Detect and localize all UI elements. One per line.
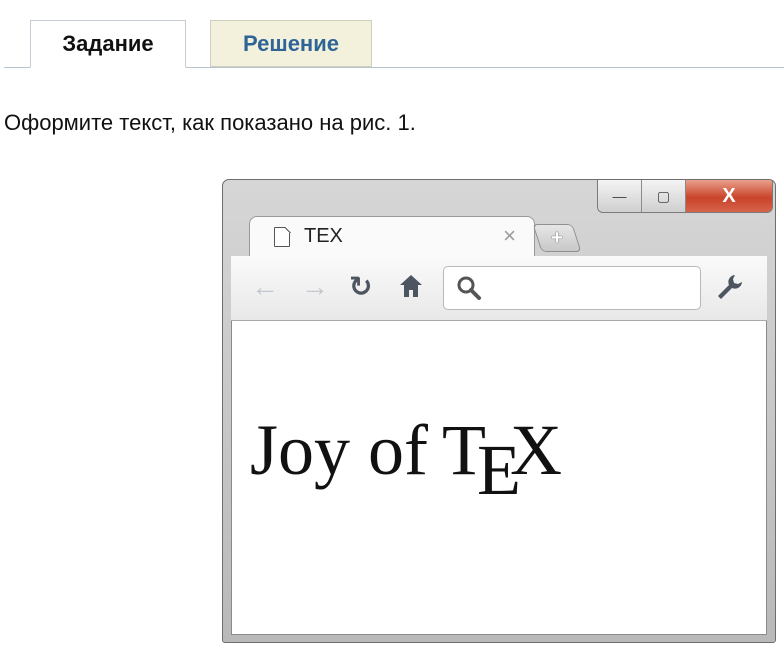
home-icon[interactable]: [397, 272, 425, 306]
address-bar[interactable]: [443, 266, 701, 310]
tab-task-label: Задание: [62, 31, 154, 56]
tab-task[interactable]: Задание: [30, 20, 186, 68]
arrow-left-icon[interactable]: ←: [251, 272, 279, 302]
wrench-icon[interactable]: [715, 272, 745, 307]
new-tab-button[interactable]: +: [532, 224, 582, 252]
browser-tab-title: TEX: [304, 225, 343, 247]
tab-solution-label: Решение: [243, 30, 339, 56]
document-icon: [274, 227, 290, 247]
browser-page-content: Joy of TEX: [231, 321, 767, 635]
tab-close-icon[interactable]: ×: [503, 223, 516, 249]
browser-tab[interactable]: TEX ×: [249, 216, 535, 257]
reload-icon[interactable]: ↻: [349, 272, 372, 302]
joy-of-text: Joy of: [250, 410, 428, 490]
plus-icon: +: [551, 226, 563, 249]
browser-toolbar: ← → ↻: [231, 256, 767, 321]
browser-frame: TEX × + ← → ↻ Joy of TEX: [231, 180, 767, 635]
arrow-right-icon[interactable]: →: [301, 272, 329, 302]
tab-solution[interactable]: Решение: [210, 20, 372, 67]
joy-of-tex-text: Joy of TEX: [250, 409, 562, 510]
task-instruction: Оформите текст, как показано на рис. 1.: [4, 110, 416, 135]
search-icon: [456, 275, 482, 306]
tex-letter-e: E: [476, 430, 521, 510]
browser-illustration: — ▢ X TEX × + ← → ↻ Joy of TEX: [222, 179, 776, 643]
